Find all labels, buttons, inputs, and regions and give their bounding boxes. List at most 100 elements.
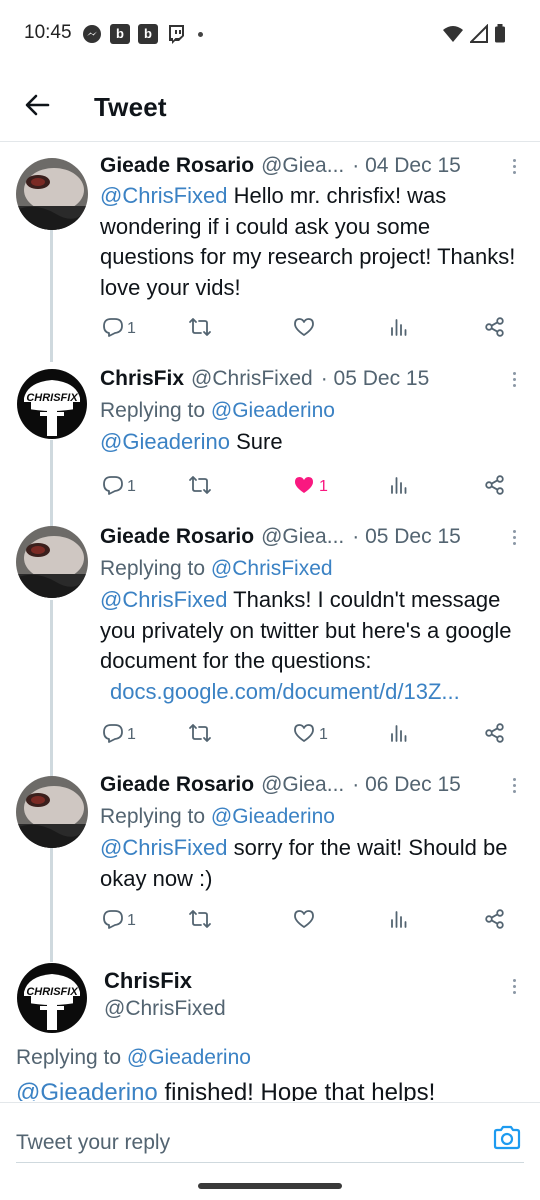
views-icon xyxy=(388,722,410,749)
more-options-icon[interactable] xyxy=(506,154,522,178)
tweet-date: · 06 Dec 15 xyxy=(352,773,461,796)
tweet-date: · 05 Dec 15 xyxy=(352,525,461,548)
avatar[interactable]: CHRISFIX xyxy=(16,962,88,1034)
mention-link[interactable]: @Gieaderino xyxy=(100,429,230,454)
heart-icon xyxy=(292,722,316,749)
views-icon xyxy=(388,316,410,343)
retweet-button[interactable] xyxy=(188,906,212,936)
avatar[interactable] xyxy=(16,776,88,848)
author-handle[interactable]: @Giea... xyxy=(261,152,344,180)
author-handle[interactable]: @Giea... xyxy=(261,771,344,799)
tweet[interactable]: CHRISFIX ChrisFix @ChrisFixed · 05 Dec 1… xyxy=(0,364,540,509)
status-bar: 10:45 b b xyxy=(0,0,540,68)
system-icons xyxy=(442,23,506,49)
share-button[interactable] xyxy=(484,472,506,502)
messenger-icon xyxy=(82,24,102,44)
like-button[interactable]: 1 xyxy=(292,472,328,502)
retweet-button[interactable] xyxy=(188,472,212,502)
author-handle[interactable]: @ChrisFixed xyxy=(104,997,226,1021)
author-name[interactable]: Gieade Rosario xyxy=(100,523,254,551)
avatar[interactable] xyxy=(16,526,88,598)
page-title: Tweet xyxy=(94,92,167,122)
like-button[interactable] xyxy=(292,314,316,344)
b-app-icon: b xyxy=(110,24,130,44)
url-link[interactable]: docs.google.com/document/d/13Z... xyxy=(100,677,526,708)
retweet-icon xyxy=(188,474,212,501)
author-handle[interactable]: @Giea... xyxy=(261,523,344,551)
heart-icon xyxy=(292,316,316,343)
status-time: 10:45 xyxy=(24,22,72,43)
replying-to: Replying to @Gieaderino xyxy=(16,1046,251,1069)
author-name[interactable]: Gieade Rosario xyxy=(100,771,254,799)
retweet-button[interactable] xyxy=(188,720,212,750)
tweet[interactable]: Gieade Rosario @Giea... · 06 Dec 15 Repl… xyxy=(0,770,540,950)
share-button[interactable] xyxy=(484,906,506,936)
more-options-icon[interactable] xyxy=(506,525,522,549)
mention-link[interactable]: @ChrisFixed xyxy=(100,183,227,208)
mention-link[interactable]: @ChrisFixed xyxy=(100,587,227,612)
author-name[interactable]: ChrisFix xyxy=(100,365,184,393)
svg-text:CHRISFIX: CHRISFIX xyxy=(26,392,78,404)
reply-button[interactable]: 1 xyxy=(102,472,136,502)
reply-button[interactable]: 1 xyxy=(102,314,136,344)
home-indicator[interactable] xyxy=(198,1183,342,1189)
more-options-icon[interactable] xyxy=(506,773,522,797)
share-button[interactable] xyxy=(484,720,506,750)
like-button[interactable] xyxy=(292,906,316,936)
views-button[interactable] xyxy=(388,314,410,344)
reply-button[interactable]: 1 xyxy=(102,906,136,936)
reply-count: 1 xyxy=(127,478,136,495)
replying-to-link[interactable]: @Gieaderino xyxy=(211,805,335,828)
tweet-text: @ChrisFixed Thanks! I couldn't message y… xyxy=(100,585,526,707)
views-button[interactable] xyxy=(388,720,410,750)
retweet-icon xyxy=(188,316,212,343)
avatar[interactable] xyxy=(16,158,88,230)
twitch-icon xyxy=(166,24,186,44)
reply-input[interactable] xyxy=(16,1123,524,1163)
views-icon xyxy=(388,474,410,501)
retweet-button[interactable] xyxy=(188,314,212,344)
like-button[interactable]: 1 xyxy=(292,720,328,750)
like-count: 1 xyxy=(319,478,328,495)
reply-bar xyxy=(0,1102,540,1200)
tweet-actions: 1 xyxy=(100,906,514,936)
share-button[interactable] xyxy=(484,314,506,344)
reply-count: 1 xyxy=(127,912,136,929)
more-options-icon[interactable] xyxy=(506,367,522,391)
mention-link[interactable]: @ChrisFixed xyxy=(100,835,227,860)
replying-to: Replying to @ChrisFixed xyxy=(100,557,333,580)
replying-to-link[interactable]: @ChrisFixed xyxy=(211,557,333,580)
replying-to-link[interactable]: @Gieaderino xyxy=(127,1046,251,1069)
replying-to-link[interactable]: @Gieaderino xyxy=(211,399,335,422)
retweet-icon xyxy=(188,722,212,749)
tweet-text: @ChrisFixed sorry for the wait! Should b… xyxy=(100,835,508,891)
tweet[interactable]: Gieade Rosario @Giea... · 04 Dec 15 @Chr… xyxy=(0,152,540,352)
tweet-header: Gieade Rosario @Giea... · 05 Dec 15 xyxy=(100,523,526,551)
signal-icon xyxy=(468,23,488,49)
replying-to: Replying to @Gieaderino xyxy=(100,805,335,828)
mention-link[interactable]: @Gieaderino xyxy=(16,1079,158,1101)
share-icon xyxy=(484,474,506,501)
reply-button[interactable]: 1 xyxy=(102,720,136,750)
tweet-header: ChrisFix @ChrisFixed · 05 Dec 15 xyxy=(100,365,526,393)
notification-icons: b b xyxy=(82,24,203,44)
share-icon xyxy=(484,722,506,749)
author-name[interactable]: Gieade Rosario xyxy=(100,152,254,180)
tweet-actions: 11 xyxy=(100,472,514,502)
views-icon xyxy=(388,908,410,935)
avatar[interactable]: CHRISFIX xyxy=(16,368,88,440)
author-name[interactable]: ChrisFix xyxy=(104,968,192,994)
more-options-icon[interactable] xyxy=(506,974,522,998)
reply-icon xyxy=(102,474,124,501)
tweet-date: · 05 Dec 15 xyxy=(320,367,430,390)
reply-icon xyxy=(102,722,124,749)
camera-icon[interactable] xyxy=(492,1123,522,1153)
author-handle[interactable]: @ChrisFixed xyxy=(191,365,313,393)
views-button[interactable] xyxy=(388,472,410,502)
tweet[interactable]: Gieade Rosario @Giea... · 05 Dec 15 Repl… xyxy=(0,522,540,762)
views-button[interactable] xyxy=(388,906,410,936)
back-arrow-icon[interactable] xyxy=(22,90,52,120)
heart-filled-icon xyxy=(292,474,316,501)
reply-icon xyxy=(102,908,124,935)
reply-count: 1 xyxy=(127,320,136,337)
